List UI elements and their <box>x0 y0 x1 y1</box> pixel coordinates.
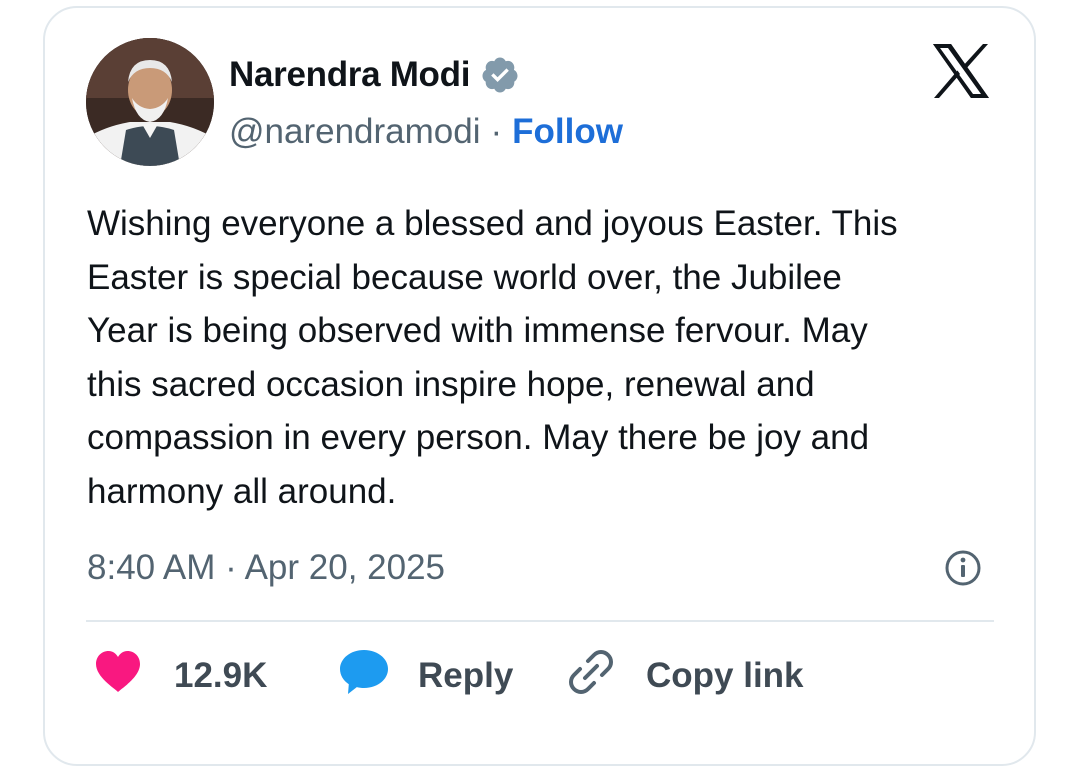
author-name-row: Narendra Modi <box>229 52 520 98</box>
speech-bubble-icon[interactable] <box>338 648 390 705</box>
info-icon[interactable] <box>944 549 982 587</box>
copy-link-label: Copy link <box>646 656 804 695</box>
tweet-text: Wishing everyone a blessed and joyous Ea… <box>87 204 898 511</box>
divider <box>86 620 994 622</box>
heart-icon[interactable] <box>94 650 142 703</box>
copy-link-button[interactable]: Copy link <box>566 645 804 707</box>
timestamp[interactable]: 8:40 AM · Apr 20, 2025 <box>87 543 445 593</box>
like-count: 12.9K <box>174 656 268 695</box>
x-logo-icon[interactable] <box>930 42 992 100</box>
reply-button[interactable]: Reply <box>338 645 513 707</box>
separator-dot: · <box>490 112 503 151</box>
handle-row: @narendramodi · Follow <box>229 110 623 154</box>
link-icon[interactable] <box>566 647 616 706</box>
action-bar: 12.9K Reply Copy link <box>0 645 1080 707</box>
author-handle[interactable]: @narendramodi <box>229 112 481 152</box>
like-button[interactable]: 12.9K <box>94 645 267 707</box>
follow-button[interactable]: Follow <box>512 112 623 152</box>
author-name[interactable]: Narendra Modi <box>229 55 470 95</box>
verified-badge-icon[interactable] <box>480 55 520 95</box>
avatar[interactable] <box>86 38 214 166</box>
reply-label: Reply <box>418 656 514 695</box>
